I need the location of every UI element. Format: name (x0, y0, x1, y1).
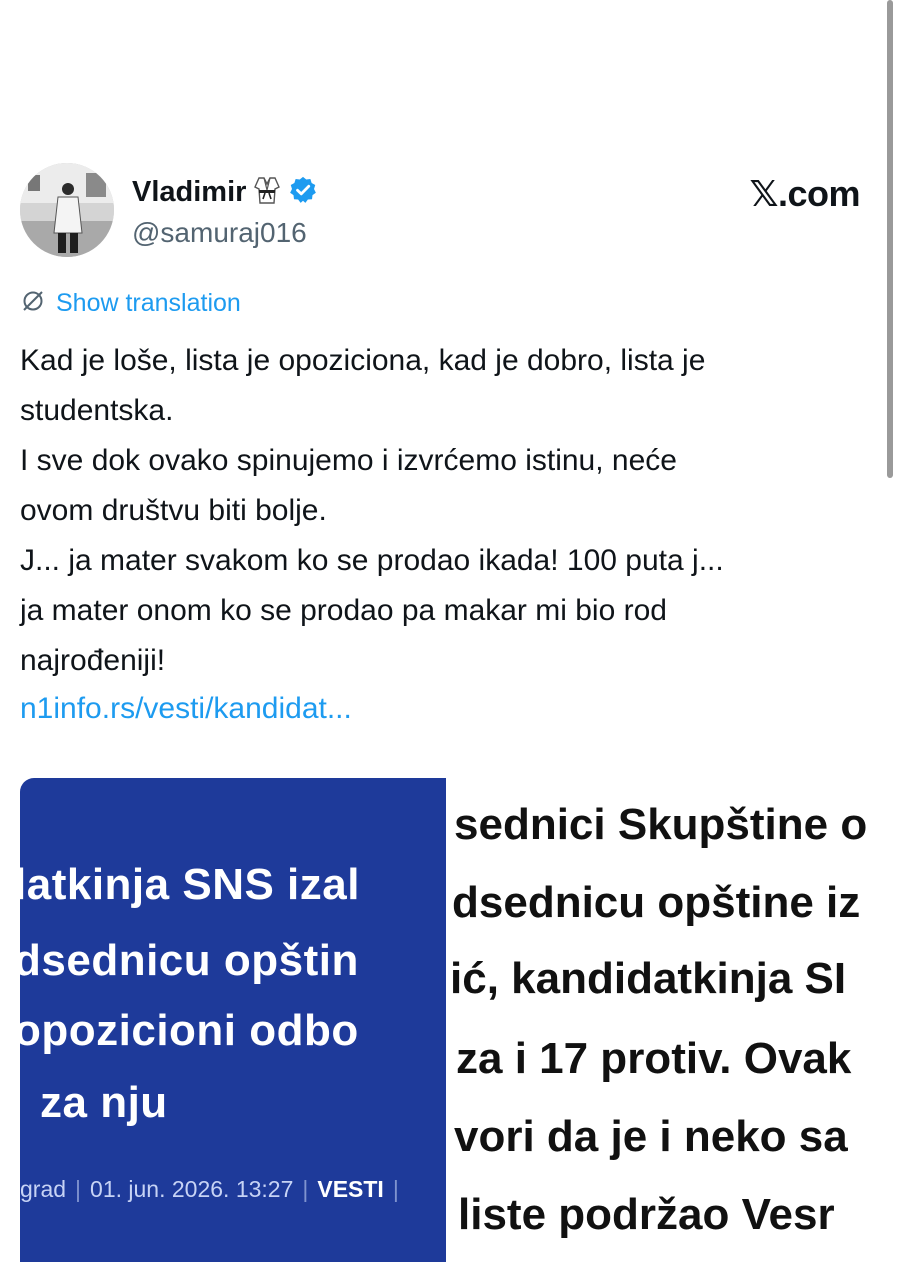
user-handle[interactable]: @samuraj016 (132, 217, 307, 249)
card-headline-line: dsednicu opštin (20, 936, 359, 985)
card-headline-line: opozicioni odbo (20, 1006, 359, 1055)
martial-arts-uniform-icon (254, 176, 281, 209)
card-meta-location: grad (20, 1176, 67, 1202)
article-text-line: za i 17 protiv. Ovak (456, 1034, 852, 1083)
card-meta: grad | 01. jun. 2026. 13:27 | VESTI | (20, 1176, 408, 1203)
tweet-header: Vladimir @samuraj016 𝕏.com (20, 163, 870, 263)
card-meta-section: VESTI (317, 1176, 384, 1202)
tweet-text-line: I sve dok ovako spinujemo i izvrćemo ist… (20, 444, 677, 477)
tweet-text-line: studentska. (20, 394, 174, 427)
tweet-text-line: ovom društvu biti bolje. (20, 494, 327, 527)
tweet-text: Kad je loše, lista je opoziciona, kad je… (20, 336, 880, 686)
card-meta-date: 01. jun. 2026. 13:27 (90, 1176, 294, 1202)
scrollbar[interactable] (887, 0, 893, 478)
meta-separator: | (75, 1176, 82, 1202)
brand-logo[interactable]: 𝕏.com (749, 173, 860, 215)
article-text-line: liste podržao Vesr (458, 1190, 835, 1239)
translate-icon (20, 288, 46, 319)
tweet-link[interactable]: n1info.rs/vesti/kandidat... (20, 684, 352, 734)
article-text-line: vori da je i neko sa (454, 1112, 848, 1161)
card-headline-line: za nju (40, 1078, 168, 1127)
tweet-text-line: J... ja mater svakom ko se prodao ikada!… (20, 544, 724, 577)
meta-separator: | (302, 1176, 309, 1202)
card-headline-line: latkinja SNS izal (20, 860, 360, 909)
tweet-text-line: najrođeniji! (20, 644, 166, 677)
meta-separator: | (392, 1176, 399, 1202)
avatar[interactable] (20, 163, 114, 257)
link-card-image[interactable]: latkinja SNS izal dsednicu opštin opozic… (20, 778, 446, 1262)
article-text-line: sednici Skupštine o (454, 800, 868, 849)
article-text-line: dsednicu opštine iz (452, 878, 861, 927)
tweet-text-line: Kad je loše, lista je opoziciona, kad je… (20, 344, 706, 377)
tweet-text-line: ja mater onom ko se prodao pa makar mi b… (20, 594, 667, 627)
display-name[interactable]: Vladimir (132, 176, 246, 209)
article-text-line: ić, kandidatkinja SI (450, 954, 847, 1003)
verified-badge-icon[interactable] (288, 175, 318, 210)
article-text-panel: sednici Skupštine o dsednicu opštine iz … (446, 778, 900, 1262)
show-translation-button[interactable]: Show translation (20, 288, 241, 319)
show-translation-label[interactable]: Show translation (56, 289, 241, 318)
